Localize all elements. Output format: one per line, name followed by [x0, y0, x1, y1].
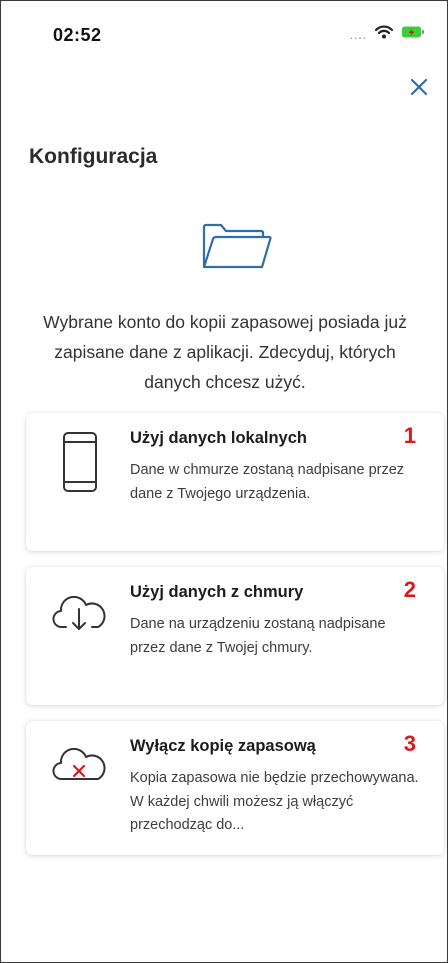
option-disable-backup[interactable]: Wyłącz kopię zapasową Kopia zapasowa nie… [26, 721, 444, 855]
phone-icon [62, 431, 98, 498]
wifi-icon [374, 25, 394, 44]
page-title: Konfiguracja [29, 145, 158, 168]
option-local-data[interactable]: Użyj danych lokalnych Dane w chmurze zos… [26, 413, 444, 551]
option-title: Użyj danych z chmury [130, 583, 304, 601]
status-icons: .... [350, 25, 425, 44]
signal-dots: .... [349, 27, 367, 42]
close-icon [410, 78, 428, 96]
option-number: 1 [403, 423, 416, 448]
cloud-download-icon [52, 593, 106, 638]
description-text: Wybrane konto do kopii zapasowej posiada… [43, 312, 407, 392]
option-number: 3 [403, 731, 416, 756]
close-button[interactable] [405, 73, 433, 101]
folder-icon [201, 223, 273, 276]
option-description: Kopia zapasowa nie będzie przechowywana.… [130, 770, 419, 833]
option-title: Wyłącz kopię zapasową [130, 737, 316, 755]
app-screen: 02:52 .... Konfiguracja Wybrane konto do… [0, 0, 448, 963]
option-cloud-data[interactable]: Użyj danych z chmury Dane na urządzeniu … [26, 567, 444, 705]
option-number: 2 [403, 577, 416, 602]
status-bar: 02:52 .... [1, 1, 447, 71]
option-title: Użyj danych lokalnych [130, 429, 307, 447]
battery-charging-icon [401, 25, 425, 44]
option-description: Dane na urządzeniu zostaną nadpisane prz… [130, 616, 386, 656]
status-time: 02:52 [53, 25, 102, 45]
cloud-off-icon [52, 743, 108, 790]
option-description: Dane w chmurze zostaną nadpisane przez d… [130, 462, 405, 502]
